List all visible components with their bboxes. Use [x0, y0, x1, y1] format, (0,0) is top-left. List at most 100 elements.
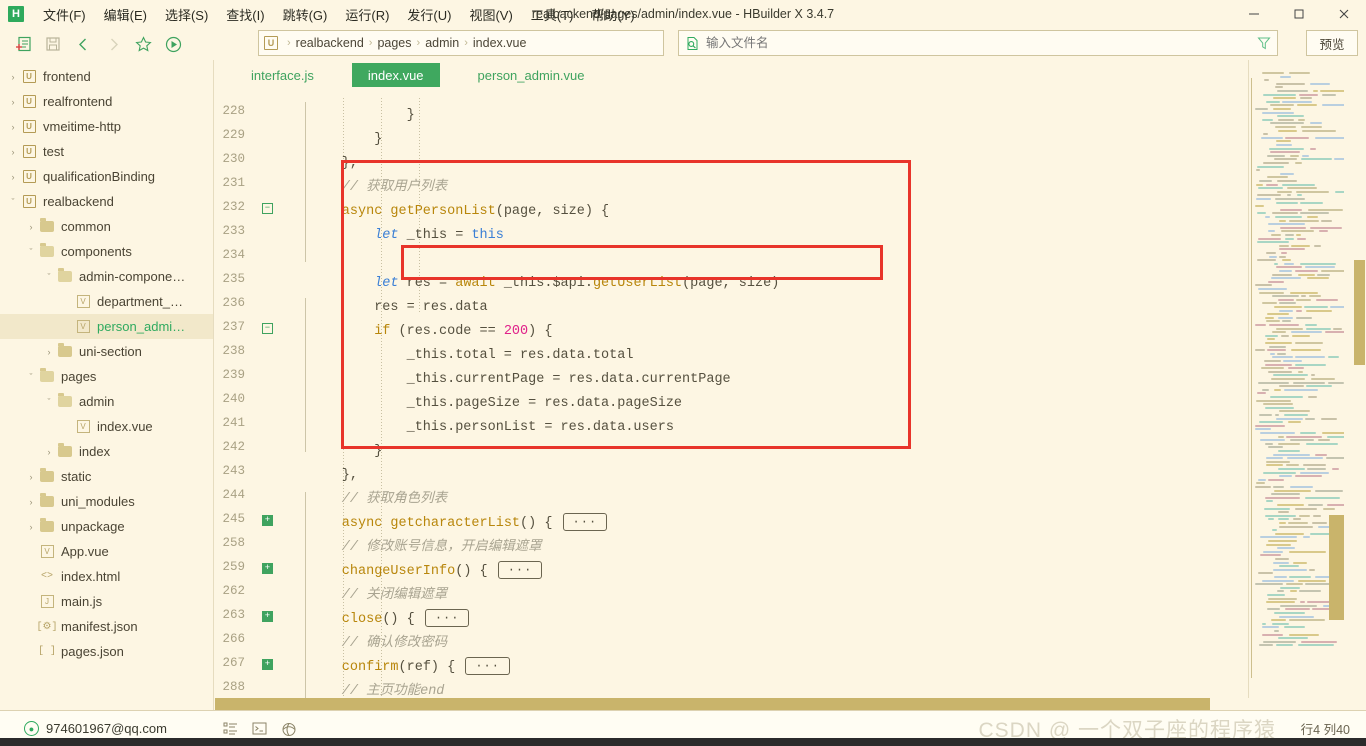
minimize-button[interactable]	[1231, 0, 1276, 28]
tree-item-index-vue[interactable]: Vindex.vue	[0, 414, 213, 439]
tree-item-uni-section[interactable]: › uni-section	[0, 339, 213, 364]
code-line[interactable]: confirm(ref) { ···	[342, 656, 510, 680]
new-file-icon[interactable]	[8, 31, 38, 57]
outline-icon[interactable]	[223, 721, 238, 736]
horizontal-scrollbar-thumb[interactable]	[215, 698, 1210, 710]
code-line[interactable]: _this.total = res.data.total	[407, 344, 634, 368]
tree-item-department--[interactable]: Vdepartment_…	[0, 289, 213, 314]
code-line[interactable]: }	[374, 128, 382, 152]
fold-collapse-icon[interactable]: −	[262, 323, 273, 334]
minimap-viewport[interactable]	[1329, 515, 1344, 620]
code-line[interactable]: }	[374, 440, 382, 464]
tab-index-vue[interactable]: index.vue	[351, 63, 440, 87]
forward-icon[interactable]	[98, 31, 128, 57]
tree-item-index[interactable]: › index	[0, 439, 213, 464]
browser-icon[interactable]	[281, 721, 297, 737]
chevron-down-icon[interactable]: ˇ	[24, 372, 38, 382]
collapsed-block-marker[interactable]: ···	[497, 561, 543, 580]
fold-expand-icon[interactable]: +	[262, 515, 273, 526]
code-line[interactable]: }	[407, 104, 415, 128]
tree-item-pages-json[interactable]: [ ] pages.json	[0, 639, 213, 664]
horizontal-scrollbar[interactable]	[215, 698, 1330, 710]
code-line[interactable]: close() { ···	[342, 608, 470, 632]
chevron-right-icon[interactable]: ›	[42, 447, 56, 457]
code-line[interactable]: if (res.code == 200) {	[374, 320, 552, 344]
fold-collapse-icon[interactable]: −	[262, 203, 273, 214]
code-line[interactable]: },	[342, 152, 358, 176]
code-line[interactable]: // 确认修改密码	[342, 632, 447, 656]
tree-item-realfrontend[interactable]: › Urealfrontend	[0, 89, 213, 114]
fold-expand-icon[interactable]: +	[262, 659, 273, 670]
chevron-right-icon[interactable]: ›	[6, 147, 20, 157]
filename-search-box[interactable]	[678, 30, 1278, 56]
breadcrumb-segment[interactable]: pages	[377, 36, 411, 50]
tree-item-app-vue[interactable]: V App.vue	[0, 539, 213, 564]
code-line[interactable]: changeUserInfo() { ···	[342, 560, 543, 584]
code-line[interactable]: _this.pageSize = res.data.pageSize	[407, 392, 682, 416]
fold-expand-icon[interactable]: +	[262, 563, 273, 574]
tab-person-admin-vue[interactable]: person_admin.vue	[462, 63, 601, 87]
chevron-right-icon[interactable]: ›	[6, 72, 20, 82]
chevron-down-icon[interactable]: ˇ	[42, 272, 56, 282]
vertical-scrollbar[interactable]	[1352, 60, 1366, 710]
code-line[interactable]: _this.personList = res.data.users	[407, 416, 674, 440]
code-line[interactable]: },	[342, 464, 358, 488]
tree-item-frontend[interactable]: › Ufrontend	[0, 64, 213, 89]
tree-item-manifest-json[interactable]: [⚙] manifest.json	[0, 614, 213, 639]
chevron-right-icon[interactable]: ›	[24, 497, 38, 507]
code-line[interactable]: // 获取角色列表	[342, 488, 447, 512]
chevron-right-icon[interactable]: ›	[42, 347, 56, 357]
chevron-down-icon[interactable]: ˇ	[24, 247, 38, 257]
tab-interface-js[interactable]: interface.js	[235, 63, 330, 87]
menu-view[interactable]: 视图(V)	[460, 1, 521, 28]
vertical-scrollbar-thumb[interactable]	[1354, 260, 1365, 365]
menu-file[interactable]: 文件(F)	[34, 1, 95, 28]
maximize-button[interactable]	[1276, 0, 1321, 28]
menu-select[interactable]: 选择(S)	[156, 1, 217, 28]
run-icon[interactable]	[158, 31, 188, 57]
chevron-down-icon[interactable]: ˇ	[42, 397, 56, 407]
chevron-right-icon[interactable]: ›	[24, 522, 38, 532]
breadcrumb-segment[interactable]: realbackend	[296, 36, 364, 50]
tree-item-unpackage[interactable]: › unpackage	[0, 514, 213, 539]
menu-tools[interactable]: 工具(T)	[522, 1, 583, 28]
collapsed-block-marker[interactable]: ···	[424, 609, 470, 628]
save-icon[interactable]	[38, 31, 68, 57]
code-line[interactable]: _this.currentPage = res.data.currentPage	[407, 368, 731, 392]
code-line[interactable]: let res = await _this.$api.getUserList(p…	[374, 272, 779, 296]
tree-item-uni-modules[interactable]: › uni_modules	[0, 489, 213, 514]
tree-item-vmeitime-http[interactable]: › Uvmeitime-http	[0, 114, 213, 139]
tree-item-common[interactable]: › common	[0, 214, 213, 239]
favorite-icon[interactable]	[128, 31, 158, 57]
chevron-right-icon[interactable]: ›	[24, 222, 38, 232]
code-line[interactable]: res = res.data	[374, 296, 487, 320]
chevron-right-icon[interactable]: ›	[6, 172, 20, 182]
chevron-down-icon[interactable]: ˇ	[6, 197, 20, 207]
tree-item-index-html[interactable]: <> index.html	[0, 564, 213, 589]
tree-item-components[interactable]: ˇ components	[0, 239, 213, 264]
tree-item-admin[interactable]: ˇ admin	[0, 389, 213, 414]
breadcrumb-segment[interactable]: index.vue	[473, 36, 527, 50]
breadcrumb-segment[interactable]: admin	[425, 36, 459, 50]
code-line[interactable]: async getcharacterList() { ···	[342, 512, 608, 536]
chevron-right-icon[interactable]: ›	[6, 122, 20, 132]
tree-item-qualificationbinding[interactable]: › UqualificationBinding	[0, 164, 213, 189]
menu-help[interactable]: 帮助(Y)	[582, 1, 643, 28]
chevron-right-icon[interactable]: ›	[24, 472, 38, 482]
code-line[interactable]: async getPersonList(page, size) {	[342, 200, 609, 224]
tree-item-admin-compone-[interactable]: ˇ admin-compone…	[0, 264, 213, 289]
tree-item-realbackend[interactable]: ˇ Urealbackend	[0, 189, 213, 214]
collapsed-block-marker[interactable]: ···	[465, 657, 510, 676]
menu-find[interactable]: 查找(I)	[217, 1, 273, 28]
close-button[interactable]	[1321, 0, 1366, 28]
account-status[interactable]: ● 974601967@qq.com	[24, 721, 167, 736]
tree-item-person-admi-[interactable]: Vperson_admi…	[0, 314, 213, 339]
chevron-right-icon[interactable]: ›	[6, 97, 20, 107]
tree-item-static[interactable]: › static	[0, 464, 213, 489]
menu-publish[interactable]: 发行(U)	[398, 1, 460, 28]
breadcrumb[interactable]: U › realbackend › pages › admin › index.vue	[258, 30, 664, 56]
menu-goto[interactable]: 跳转(G)	[274, 1, 337, 28]
terminal-icon[interactable]	[252, 721, 267, 736]
code-editor[interactable]: 228 229 230 231 232 − 233 234 235 236 237 − 238 239 24…	[215, 98, 1366, 746]
tree-item-pages[interactable]: ˇ pages	[0, 364, 213, 389]
